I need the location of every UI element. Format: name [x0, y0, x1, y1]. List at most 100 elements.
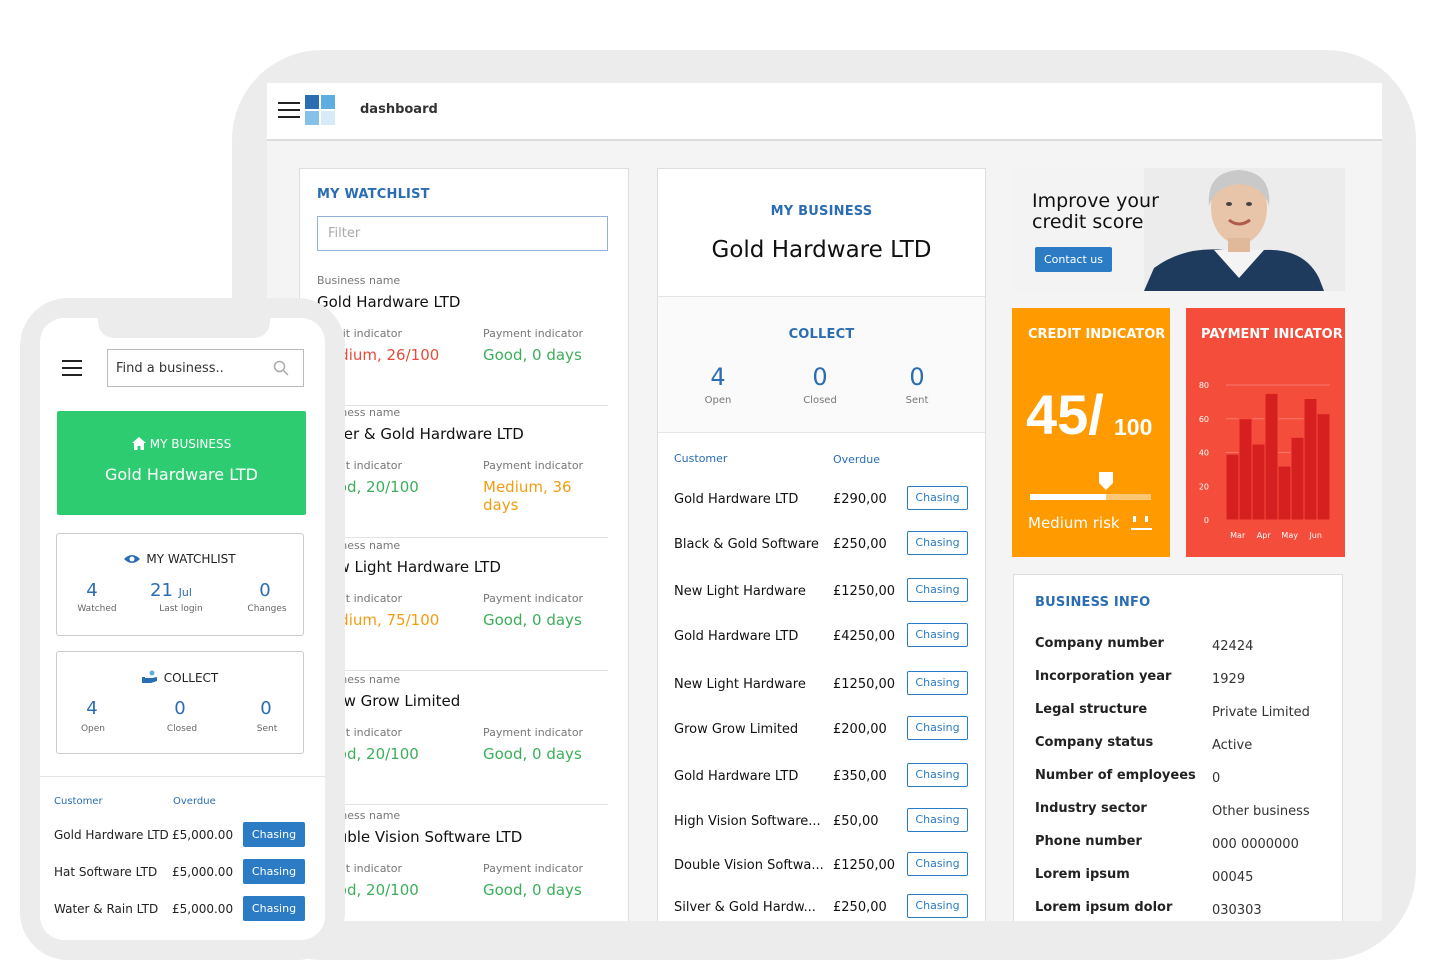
phone-chasing-button[interactable]: Chasing	[243, 859, 305, 884]
y-tick-label: 40	[1199, 449, 1209, 458]
promo-headline: Improve your credit score	[1032, 190, 1159, 233]
customer-name: Gold Hardware LTD	[674, 629, 799, 644]
customer-name: New Light Hardware	[674, 677, 806, 692]
chasing-button[interactable]: Chasing	[907, 671, 968, 695]
phone-table-row: Hat Software LTD £5,000.00 Chasing	[54, 859, 309, 885]
info-key: Number of employees	[1035, 768, 1196, 783]
payment-indicator-label: Payment indicator	[483, 592, 584, 605]
credit-max: 100	[1114, 414, 1153, 440]
woman-photo	[1144, 168, 1345, 291]
watchlist-item[interactable]: Business name Silver & Gold Hardware LTD C…	[317, 406, 608, 538]
info-value: 0	[1212, 771, 1221, 786]
risk-marker-icon	[1099, 472, 1114, 490]
chasing-button[interactable]: Chasing	[907, 852, 968, 876]
home-icon	[131, 437, 146, 450]
col-overdue: Overdue	[833, 453, 880, 466]
info-value: 00045	[1212, 870, 1254, 885]
chart-bar	[1251, 443, 1266, 521]
chasing-button[interactable]: Chasing	[907, 808, 968, 832]
my-business-card[interactable]: MY BUSINESS Gold Hardware LTD	[57, 411, 306, 515]
chasing-button[interactable]: Chasing	[907, 716, 968, 740]
x-tick-label: Mar	[1230, 531, 1246, 540]
sent-label: Sent	[905, 395, 929, 406]
chasing-button[interactable]: Chasing	[907, 763, 968, 787]
promo-banner: Improve your credit score Contact us	[1014, 168, 1345, 291]
info-key: Company number	[1035, 636, 1164, 651]
business-title: MY BUSINESS	[770, 204, 873, 219]
watchlist-item[interactable]: Business name Gold Hardware LTD Credit ind…	[317, 274, 608, 406]
chasing-button[interactable]: Chasing	[907, 894, 968, 918]
my-business-label: MY BUSINESS	[149, 437, 232, 451]
customer-name: Black & Gold Software	[674, 537, 819, 552]
contact-us-button[interactable]: Contact us	[1035, 247, 1112, 272]
last-login-label: Last login	[159, 604, 203, 614]
y-tick-label: 60	[1199, 415, 1209, 424]
x-tick-label: Jun	[1308, 531, 1322, 540]
info-key: Lorem ipsum	[1035, 867, 1130, 882]
business-info-title: BUSINESS INFO	[1035, 595, 1151, 610]
info-value: 42424	[1212, 639, 1254, 654]
phone-menu-icon[interactable]	[62, 360, 82, 376]
overdue-amount: £200,00	[833, 722, 887, 737]
credit-score: 45/	[1026, 383, 1104, 446]
collect-title: COLLECT	[788, 327, 855, 342]
overdue-amount: £250,00	[833, 537, 887, 552]
phone-watchlist-card[interactable]: MY WATCHLIST 4 Watched 21 Jul Last login…	[56, 533, 304, 636]
phone-customer-name: Water & Rain LTD	[54, 902, 159, 916]
open-count: 4	[710, 363, 726, 391]
chasing-button[interactable]: Chasing	[907, 623, 968, 647]
overdue-amount: £1250,00	[833, 584, 896, 599]
chart-bar	[1277, 465, 1292, 521]
watched-count: 4	[86, 580, 98, 601]
phone-chasing-button[interactable]: Chasing	[243, 896, 305, 921]
customer-name: Gold Hardware LTD	[674, 492, 799, 507]
payment-indicator-label: Payment indicator	[483, 862, 584, 875]
chart-bar	[1290, 436, 1305, 521]
watchlist-item[interactable]: Business name New Light Hardware LTD Credi…	[317, 539, 608, 671]
payment-value: Good, 0 days	[483, 745, 582, 763]
phone-col-customer: Customer	[54, 796, 103, 807]
watchlist-panel: MY WATCHLIST Filter Business name Gold Ha…	[299, 168, 629, 921]
payment-chart: 0 20 40 60 80 Mar Apr May Jun	[1199, 381, 1331, 540]
sent-count: 0	[909, 363, 925, 391]
watchlist-item[interactable]: Business name Grow Grow Limited Credit ind…	[317, 673, 608, 805]
filter-input[interactable]: Filter	[317, 216, 608, 251]
customer-name: Grow Grow Limited	[674, 722, 799, 737]
my-business-name: Gold Hardware LTD	[104, 465, 258, 484]
overdue-amount: £250,00	[833, 900, 887, 915]
payment-indicator-card: PAYMENT INICATOR 0 20 40 60 80 Mar Apr May Jun	[1186, 308, 1345, 557]
payment-value: Good, 0 days	[483, 346, 582, 364]
open-label: Open	[704, 395, 732, 406]
phone-screen: Find a business.. MY BUSINESS Gold Hardw…	[40, 318, 325, 940]
table-row: New Light Hardware £1250,00 Chasing	[674, 578, 974, 604]
y-tick-label: 80	[1199, 381, 1209, 390]
payment-indicator-label: Payment indicator	[483, 459, 584, 472]
risk-bar-fill	[1030, 494, 1107, 500]
business-name: Gold Hardware LTD	[711, 237, 932, 263]
phone-overdue-amount: £5,000.00	[172, 828, 234, 842]
customer-name: Double Vision Softwa...	[674, 858, 824, 873]
info-key: Company status	[1035, 735, 1154, 750]
table-row: High Vision Software... £50,00 Chasing	[674, 808, 974, 834]
phone-chasing-button[interactable]: Chasing	[243, 822, 305, 847]
credit-indicator-title: CREDIT INDICATOR	[1028, 327, 1166, 342]
phone-notch	[98, 318, 270, 338]
table-row: New Light Hardware £1250,00 Chasing	[674, 671, 974, 697]
phone-collect-card[interactable]: COLLECT 4 Open 0 Closed 0 Sent	[56, 651, 304, 754]
chasing-button[interactable]: Chasing	[907, 486, 968, 510]
customer-name: New Light Hardware	[674, 584, 806, 599]
menu-icon[interactable]	[278, 102, 300, 118]
chasing-button[interactable]: Chasing	[907, 531, 968, 555]
payment-indicator-label: Payment indicator	[483, 327, 584, 340]
phone-sent-count: 0	[260, 698, 272, 719]
closed-count: 0	[812, 363, 828, 391]
search-icon[interactable]	[273, 360, 289, 376]
last-login-day: 21 Jul	[150, 580, 192, 601]
chart-bar	[1238, 418, 1253, 521]
business-header: MY BUSINESS Gold Hardware LTD	[658, 169, 985, 297]
col-customer: Customer	[674, 452, 728, 465]
watchlist-item[interactable]: Business name Double Vision Software LTD C…	[317, 809, 608, 921]
logo-icon	[305, 95, 335, 125]
phone-table-row: Water & Rain LTD £5,000.00 Chasing	[54, 896, 309, 922]
chasing-button[interactable]: Chasing	[907, 578, 968, 602]
